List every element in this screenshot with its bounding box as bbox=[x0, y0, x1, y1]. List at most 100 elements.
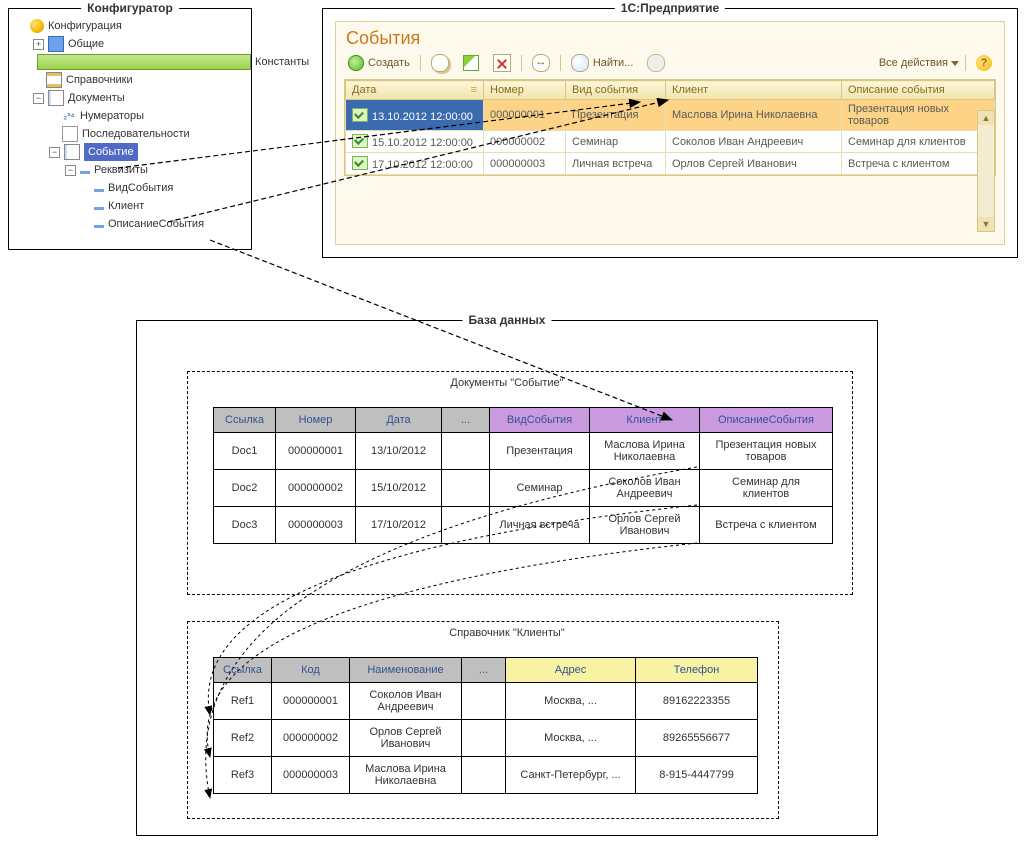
cell: Личная встреча bbox=[566, 153, 666, 175]
database-title: База данных bbox=[463, 313, 552, 327]
enterprise-window: События Создать Найти... Все действия ? bbox=[335, 21, 1005, 245]
copy-button[interactable] bbox=[427, 53, 453, 73]
table-row: Doc300000000317/10/2012Личная встречаОрл… bbox=[214, 507, 833, 544]
all-actions-label: Все действия bbox=[879, 57, 948, 69]
col-date[interactable]: Дата≡ bbox=[346, 81, 484, 100]
help-button[interactable]: ? bbox=[972, 54, 996, 72]
swap-button[interactable] bbox=[528, 53, 554, 73]
tree-root[interactable]: Конфигурация bbox=[17, 17, 245, 35]
th-ref: Ссылка bbox=[214, 408, 276, 433]
find-label: Найти... bbox=[593, 57, 634, 69]
cell: Семинар для клиентов bbox=[842, 131, 995, 153]
tree-documents[interactable]: −Документы bbox=[33, 89, 245, 107]
th-date: Дата bbox=[356, 408, 442, 433]
separator bbox=[560, 55, 561, 71]
tree-sequences[interactable]: Последовательности bbox=[49, 125, 245, 143]
col-desc[interactable]: Описание события bbox=[842, 81, 995, 100]
create-label: Создать bbox=[368, 57, 410, 69]
requisites-icon bbox=[80, 171, 90, 174]
th-dots: ... bbox=[442, 408, 490, 433]
table-row: Ref1000000001Соколов Иван АндреевичМоскв… bbox=[214, 683, 758, 720]
sort-icon: ≡ bbox=[471, 84, 477, 96]
sequences-icon bbox=[62, 126, 78, 142]
plus-icon bbox=[348, 55, 364, 71]
cell: 13.10.2012 12:00:00 bbox=[372, 111, 473, 123]
all-actions-button[interactable]: Все действия bbox=[879, 57, 959, 69]
cell: Орлов Сергей Иванович bbox=[666, 153, 842, 175]
clients-caption: Справочник "Клиенты" bbox=[443, 627, 570, 639]
config-icon bbox=[30, 19, 44, 33]
tree-label: Документы bbox=[68, 89, 125, 107]
document-icon bbox=[64, 144, 80, 160]
chevron-down-icon bbox=[951, 61, 959, 66]
search-icon bbox=[571, 54, 589, 72]
pencil-icon bbox=[463, 55, 479, 71]
tree-catalogs[interactable]: Справочники bbox=[33, 71, 245, 89]
toolbar: Создать Найти... Все действия ? bbox=[336, 51, 1004, 79]
doc-status-icon bbox=[352, 156, 368, 170]
th-number: Номер bbox=[276, 408, 356, 433]
copy-icon bbox=[431, 54, 449, 72]
tree-constants[interactable]: Константы bbox=[33, 53, 245, 71]
clear-search-icon bbox=[647, 54, 665, 72]
config-tree: Конфигурация +Общие Константы Справочник… bbox=[9, 9, 251, 241]
scroll-up-icon[interactable]: ▲ bbox=[978, 111, 994, 125]
clear-find-button[interactable] bbox=[643, 53, 669, 73]
separator bbox=[521, 55, 522, 71]
th-client: Клиент bbox=[590, 408, 700, 433]
delete-button[interactable] bbox=[489, 53, 515, 73]
find-button[interactable]: Найти... bbox=[567, 53, 638, 73]
tree-req-kind[interactable]: ВидСобытия bbox=[81, 179, 245, 197]
table-row: Doc100000000113/10/2012ПрезентацияМаслов… bbox=[214, 433, 833, 470]
tree-common[interactable]: +Общие bbox=[33, 35, 245, 53]
th-name: Наименование bbox=[350, 658, 462, 683]
doc-status-icon bbox=[352, 134, 368, 148]
scroll-down-icon[interactable]: ▼ bbox=[978, 217, 994, 231]
catalogs-icon bbox=[46, 72, 62, 88]
cell: Маслова Ирина Николаевна bbox=[666, 100, 842, 131]
tree-requisites[interactable]: −Реквизиты bbox=[65, 161, 245, 179]
docs-table: Ссылка Номер Дата ... ВидСобытия Клиент … bbox=[213, 407, 833, 544]
th-ref: Ссылка bbox=[214, 658, 272, 683]
tree-label: Последовательности bbox=[82, 125, 190, 143]
cell: Соколов Иван Андреевич bbox=[666, 131, 842, 153]
create-button[interactable]: Создать bbox=[344, 54, 414, 72]
grid-row[interactable]: 13.10.2012 12:00:00 000000001 Презентаци… bbox=[346, 100, 995, 131]
documents-icon bbox=[48, 90, 64, 106]
separator bbox=[420, 55, 421, 71]
tree-label: Нумераторы bbox=[80, 107, 144, 125]
attr-icon bbox=[94, 225, 104, 228]
vertical-scrollbar[interactable]: ▲ ▼ bbox=[977, 110, 995, 232]
cell: 000000001 bbox=[484, 100, 566, 131]
doc-status-icon bbox=[352, 108, 368, 122]
cell: Семинар bbox=[566, 131, 666, 153]
grid-row[interactable]: 17.10.2012 12:00:00 000000003 Личная вст… bbox=[346, 153, 995, 175]
cell: Встреча с клиентом bbox=[842, 153, 995, 175]
tree-event[interactable]: −Событие bbox=[49, 143, 245, 161]
tree-numerators[interactable]: ₂³⁴Нумераторы bbox=[49, 107, 245, 125]
swap-icon bbox=[532, 54, 550, 72]
tree-label: Общие bbox=[68, 35, 104, 53]
events-grid[interactable]: Дата≡ Номер Вид события Клиент Описание … bbox=[345, 80, 995, 175]
col-client[interactable]: Клиент bbox=[666, 81, 842, 100]
events-grid-wrap: Дата≡ Номер Вид события Клиент Описание … bbox=[344, 79, 996, 176]
tree-req-client[interactable]: Клиент bbox=[81, 197, 245, 215]
docs-caption: Документы "Событие" bbox=[444, 377, 569, 389]
clients-table: Ссылка Код Наименование ... Адрес Телефо… bbox=[213, 657, 758, 794]
cell: 000000003 bbox=[484, 153, 566, 175]
grid-row[interactable]: 15.10.2012 12:00:00 000000002 Семинар Со… bbox=[346, 131, 995, 153]
cell: 17.10.2012 12:00:00 bbox=[372, 159, 473, 171]
th-kind: ВидСобытия bbox=[490, 408, 590, 433]
table-row: Ref3000000003Маслова Ирина НиколаевнаСан… bbox=[214, 757, 758, 794]
edit-button[interactable] bbox=[459, 54, 483, 72]
tree-label: Клиент bbox=[108, 197, 144, 215]
col-kind[interactable]: Вид события bbox=[566, 81, 666, 100]
tree-root-label: Конфигурация bbox=[48, 17, 122, 35]
tree-req-desc[interactable]: ОписаниеСобытия bbox=[81, 215, 245, 233]
th-dots: ... bbox=[462, 658, 506, 683]
col-number[interactable]: Номер bbox=[484, 81, 566, 100]
cell: 15.10.2012 12:00:00 bbox=[372, 137, 473, 149]
attr-icon bbox=[94, 189, 104, 192]
database-panel: База данных Документы "Событие" Ссылка Н… bbox=[136, 320, 878, 836]
tree-label: Реквизиты bbox=[94, 161, 148, 179]
